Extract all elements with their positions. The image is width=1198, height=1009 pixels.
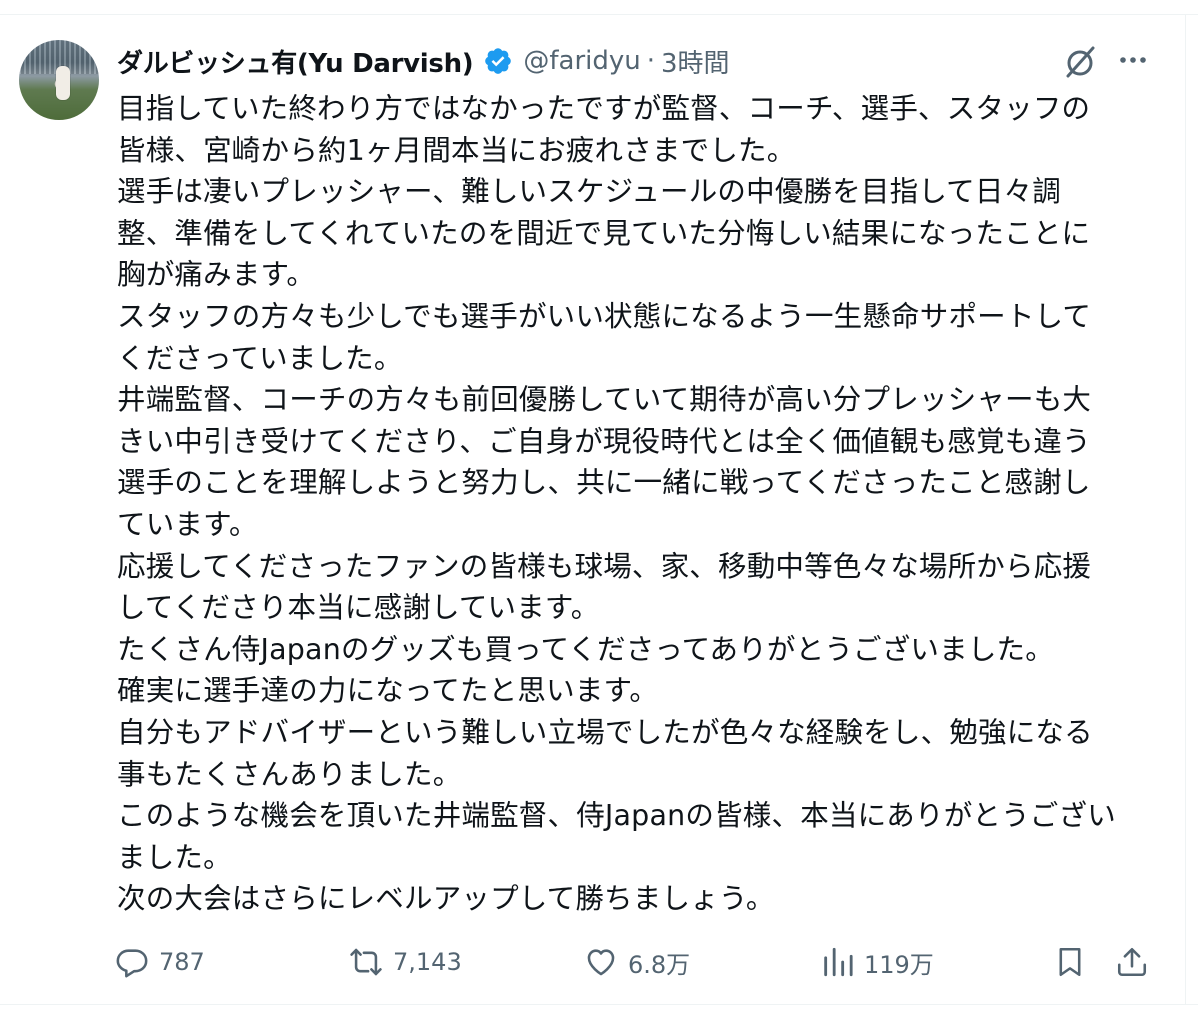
bookmark-icon: [1059, 947, 1081, 977]
tweet-line: してくださり本当に感謝しています。: [117, 591, 600, 625]
bottom-divider: [0, 1004, 1198, 1005]
separator-dot: ·: [646, 46, 655, 76]
right-divider: [1185, 14, 1186, 1005]
tweet-line: 選手は凄いプレッシャー、難しいスケジュールの中優勝を目指して日々調: [117, 175, 1061, 209]
more-icon[interactable]: [1115, 42, 1151, 78]
tweet-line: 胸が痛みます。: [117, 258, 316, 292]
tweet-card: ダルビッシュ有(Yu Darvish) @faridyu · 3時間 目指してい…: [0, 0, 1198, 1009]
like-button[interactable]: 6.8万: [584, 938, 690, 986]
reply-icon: [116, 949, 148, 978]
heart-icon: [587, 949, 615, 976]
tweet-line: 整、準備をしてくれていたのを間近で見ていた分悔しい結果になったことに: [117, 216, 1091, 250]
tweet-header: ダルビッシュ有(Yu Darvish) @faridyu · 3時間: [117, 40, 730, 82]
share-icon: [1117, 947, 1147, 977]
tweet-line: 事もたくさんありました。: [117, 757, 462, 791]
tweet-line: たくさん侍Japanのグッズも買ってくださってありがとうございました。: [117, 632, 1054, 666]
tweet-line: 自分もアドバイザーという難しい立場でしたが色々な経験をし、勉強になる: [117, 715, 1093, 749]
views-icon: [824, 947, 853, 977]
tweet-text: 目指していた終わり方ではなかったですが監督、コーチ、選手、スタッフの 皆様、宮崎…: [117, 88, 1167, 920]
action-bar: 787 7,143 6.8万 119万: [0, 938, 1198, 986]
views-button[interactable]: 119万: [820, 938, 934, 986]
grok-icon[interactable]: [1060, 42, 1100, 82]
share-button[interactable]: [1115, 938, 1149, 986]
timestamp[interactable]: 3時間: [661, 43, 730, 80]
display-name[interactable]: ダルビッシュ有(Yu Darvish): [117, 43, 474, 80]
repost-button[interactable]: 7,143: [349, 938, 462, 986]
reply-button[interactable]: 787: [115, 938, 205, 986]
top-divider: [0, 14, 1198, 15]
handle[interactable]: @faridyu: [523, 46, 640, 76]
tweet-line: このような機会を頂いた井端監督、侍Japanの皆様、本当にありがとうござい: [117, 799, 1116, 833]
tweet-line: 確実に選手達の力になってたと思います。: [117, 674, 659, 708]
like-count: 6.8万: [628, 950, 691, 979]
tweet-line: ています。: [117, 507, 258, 541]
bookmark-button[interactable]: [1053, 938, 1087, 986]
tweet-line: ました。: [117, 840, 232, 874]
reply-count: 787: [159, 948, 205, 976]
repost-icon: [350, 948, 382, 976]
tweet-line: 選手のことを理解しようと努力し、共に一緒に戦ってくださったこと感謝し: [117, 466, 1091, 500]
tweet-line: きい中引き受けてくださり、ご自身が現役時代とは全く価値観も感覚も違う: [117, 424, 1091, 458]
avatar[interactable]: [19, 40, 99, 120]
tweet-line: 次の大会はさらにレベルアップして勝ちましょう。: [117, 882, 775, 916]
tweet-line: 目指していた終わり方ではなかったですが監督、コーチ、選手、スタッフの: [117, 92, 1091, 125]
verified-badge-icon[interactable]: [483, 46, 513, 76]
repost-count: 7,143: [393, 948, 462, 976]
avatar-player: [56, 66, 70, 100]
tweet-line: 井端監督、コーチの方々も前回優勝していて期待が高い分プレッシャーも大: [117, 383, 1092, 417]
tweet-line: 皆様、宮崎から約1ヶ月間本当にお疲れさまでした。: [117, 133, 796, 167]
tweet-line: スタッフの方々も少しでも選手がいい状態になるよう一生懸命サポートして: [117, 299, 1092, 333]
tweet-line: 応援してくださったファンの皆様も球場、家、移動中等色々な場所から応援: [117, 549, 1092, 583]
tweet-line: くださっていました。: [117, 341, 403, 375]
views-count: 119万: [864, 950, 934, 979]
